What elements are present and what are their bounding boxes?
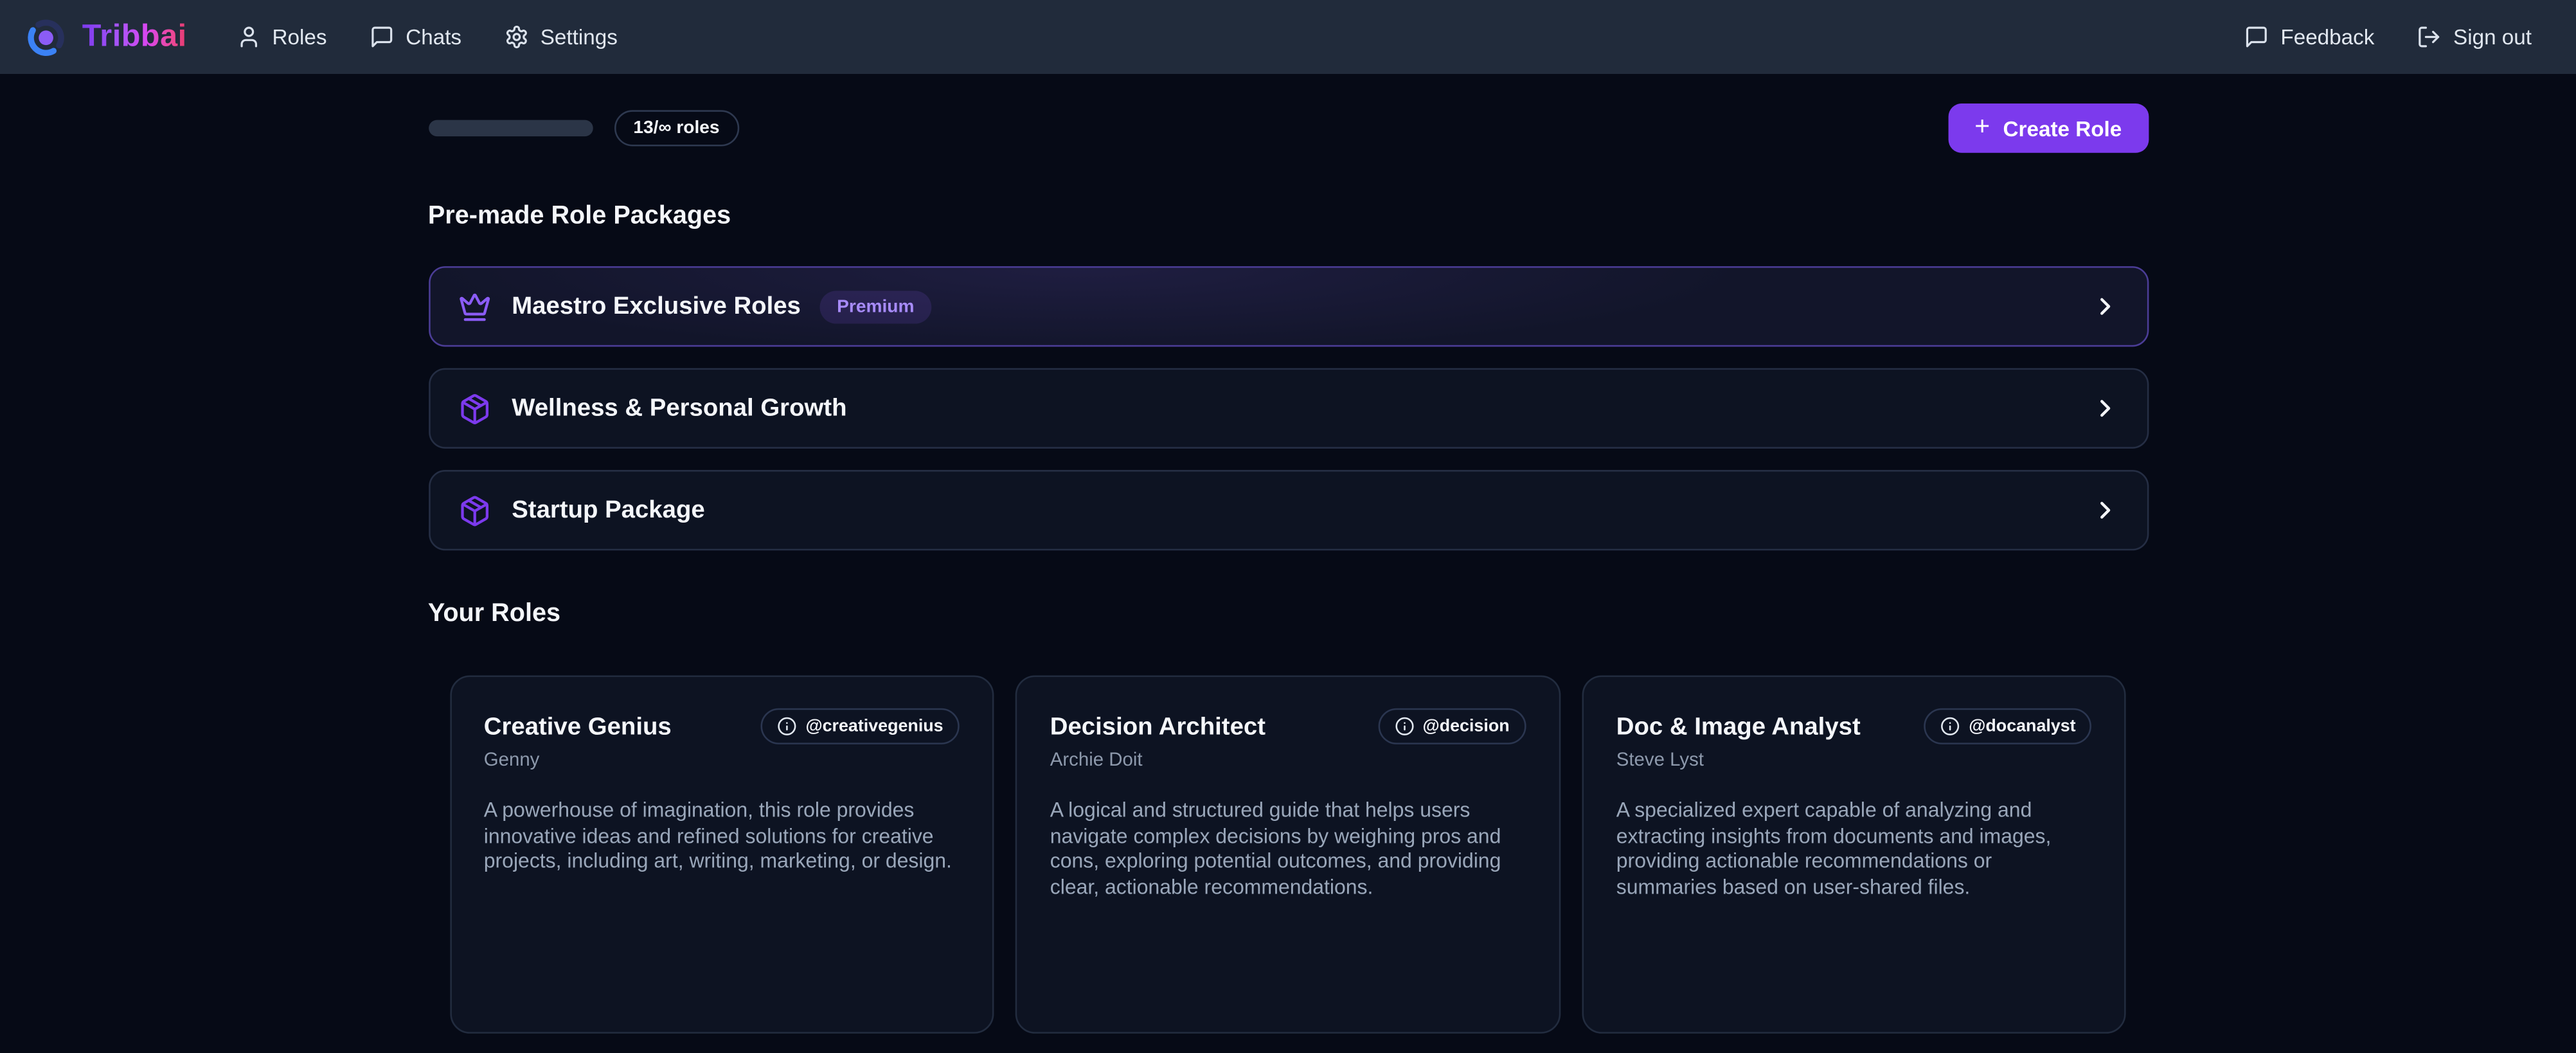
- nav-item-label: Settings: [541, 24, 618, 49]
- package-card-wellness[interactable]: Wellness & Personal Growth: [428, 368, 2148, 449]
- signout-label: Sign out: [2453, 24, 2532, 49]
- nav-item-chats[interactable]: Chats: [370, 24, 461, 49]
- tribbai-logo-icon: [24, 15, 67, 58]
- gear-icon: [505, 24, 529, 49]
- role-card-doc-image-analyst[interactable]: Doc & Image Analyst @docanalyst Steve Ly…: [1582, 676, 2127, 1034]
- role-subtitle: Steve Lyst: [1616, 751, 2092, 771]
- role-title: Doc & Image Analyst: [1616, 712, 1861, 740]
- role-subtitle: Genny: [484, 751, 960, 771]
- feedback-button[interactable]: Feedback: [2244, 24, 2374, 49]
- role-card-header: Doc & Image Analyst @docanalyst: [1616, 708, 2092, 744]
- package-list: Maestro Exclusive Roles Premium Wellness…: [428, 266, 2148, 550]
- user-icon: [236, 24, 260, 49]
- primary-nav: Roles Chats Settings: [236, 24, 618, 49]
- brand-logo[interactable]: Tribbai: [24, 15, 186, 58]
- package-title: Startup Package: [512, 496, 704, 524]
- chevron-right-icon: [2091, 496, 2118, 524]
- role-handle: @decision: [1423, 716, 1510, 736]
- role-handle: @creativegenius: [805, 716, 943, 736]
- role-card-creative-genius[interactable]: Creative Genius @creativegenius Genny A …: [449, 676, 994, 1034]
- roles-toolbar: 13/∞ roles + Create Role: [428, 104, 2148, 153]
- role-description: A powerhouse of imagination, this role p…: [484, 798, 960, 876]
- chevron-right-icon: [2091, 292, 2118, 320]
- role-description: A logical and structured guide that help…: [1050, 798, 1526, 901]
- nav-item-settings[interactable]: Settings: [505, 24, 618, 49]
- role-card-header: Creative Genius @creativegenius: [484, 708, 960, 744]
- roles-progress-bar: [428, 120, 593, 137]
- roles-grid: Creative Genius @creativegenius Genny A …: [428, 676, 2148, 1053]
- role-subtitle: Archie Doit: [1050, 751, 1526, 771]
- brand-name: Tribbai: [82, 19, 187, 55]
- message-square-icon: [2244, 24, 2269, 49]
- main-content: 13/∞ roles + Create Role Pre-made Role P…: [428, 104, 2148, 1053]
- role-description: A specialized expert capable of analyzin…: [1616, 798, 2092, 901]
- plus-icon: +: [1974, 115, 1990, 141]
- nav-right-group: Feedback Sign out: [2244, 24, 2532, 49]
- role-handle-badge[interactable]: @decision: [1379, 708, 1526, 744]
- role-card-decision-architect[interactable]: Decision Architect @decision Archie Doit…: [1015, 676, 1561, 1034]
- nav-item-label: Roles: [273, 24, 327, 49]
- your-roles-section-title: Your Roles: [428, 600, 2148, 629]
- package-icon: [458, 494, 490, 526]
- premium-badge: Premium: [821, 290, 931, 323]
- role-title: Decision Architect: [1050, 712, 1266, 740]
- chevron-right-icon: [2091, 394, 2118, 422]
- app-root: Tribbai Roles Chats: [0, 0, 2576, 1053]
- signout-button[interactable]: Sign out: [2417, 24, 2532, 49]
- info-icon: [1395, 716, 1415, 736]
- create-role-label: Create Role: [2003, 116, 2122, 140]
- feedback-label: Feedback: [2280, 24, 2374, 49]
- role-handle-badge[interactable]: @creativegenius: [761, 708, 960, 744]
- nav-item-label: Chats: [406, 24, 461, 49]
- crown-icon: [458, 290, 490, 323]
- info-icon: [778, 716, 798, 736]
- package-icon: [458, 392, 490, 425]
- package-card-startup[interactable]: Startup Package: [428, 470, 2148, 550]
- role-handle-badge[interactable]: @docanalyst: [1924, 708, 2092, 744]
- role-card-header: Decision Architect @decision: [1050, 708, 1526, 744]
- roles-count-badge: 13/∞ roles: [614, 110, 740, 146]
- top-navbar: Tribbai Roles Chats: [0, 0, 2576, 74]
- logout-icon: [2417, 24, 2442, 49]
- role-handle: @docanalyst: [1969, 716, 2075, 736]
- create-role-button[interactable]: + Create Role: [1948, 104, 2148, 153]
- role-title: Creative Genius: [484, 712, 672, 740]
- nav-item-roles[interactable]: Roles: [236, 24, 326, 49]
- info-icon: [1941, 716, 1961, 736]
- package-title: Wellness & Personal Growth: [512, 394, 846, 422]
- packages-section-title: Pre-made Role Packages: [428, 202, 2148, 231]
- message-square-icon: [370, 24, 394, 49]
- package-title: Maestro Exclusive Roles: [512, 292, 801, 320]
- package-card-maestro[interactable]: Maestro Exclusive Roles Premium: [428, 266, 2148, 346]
